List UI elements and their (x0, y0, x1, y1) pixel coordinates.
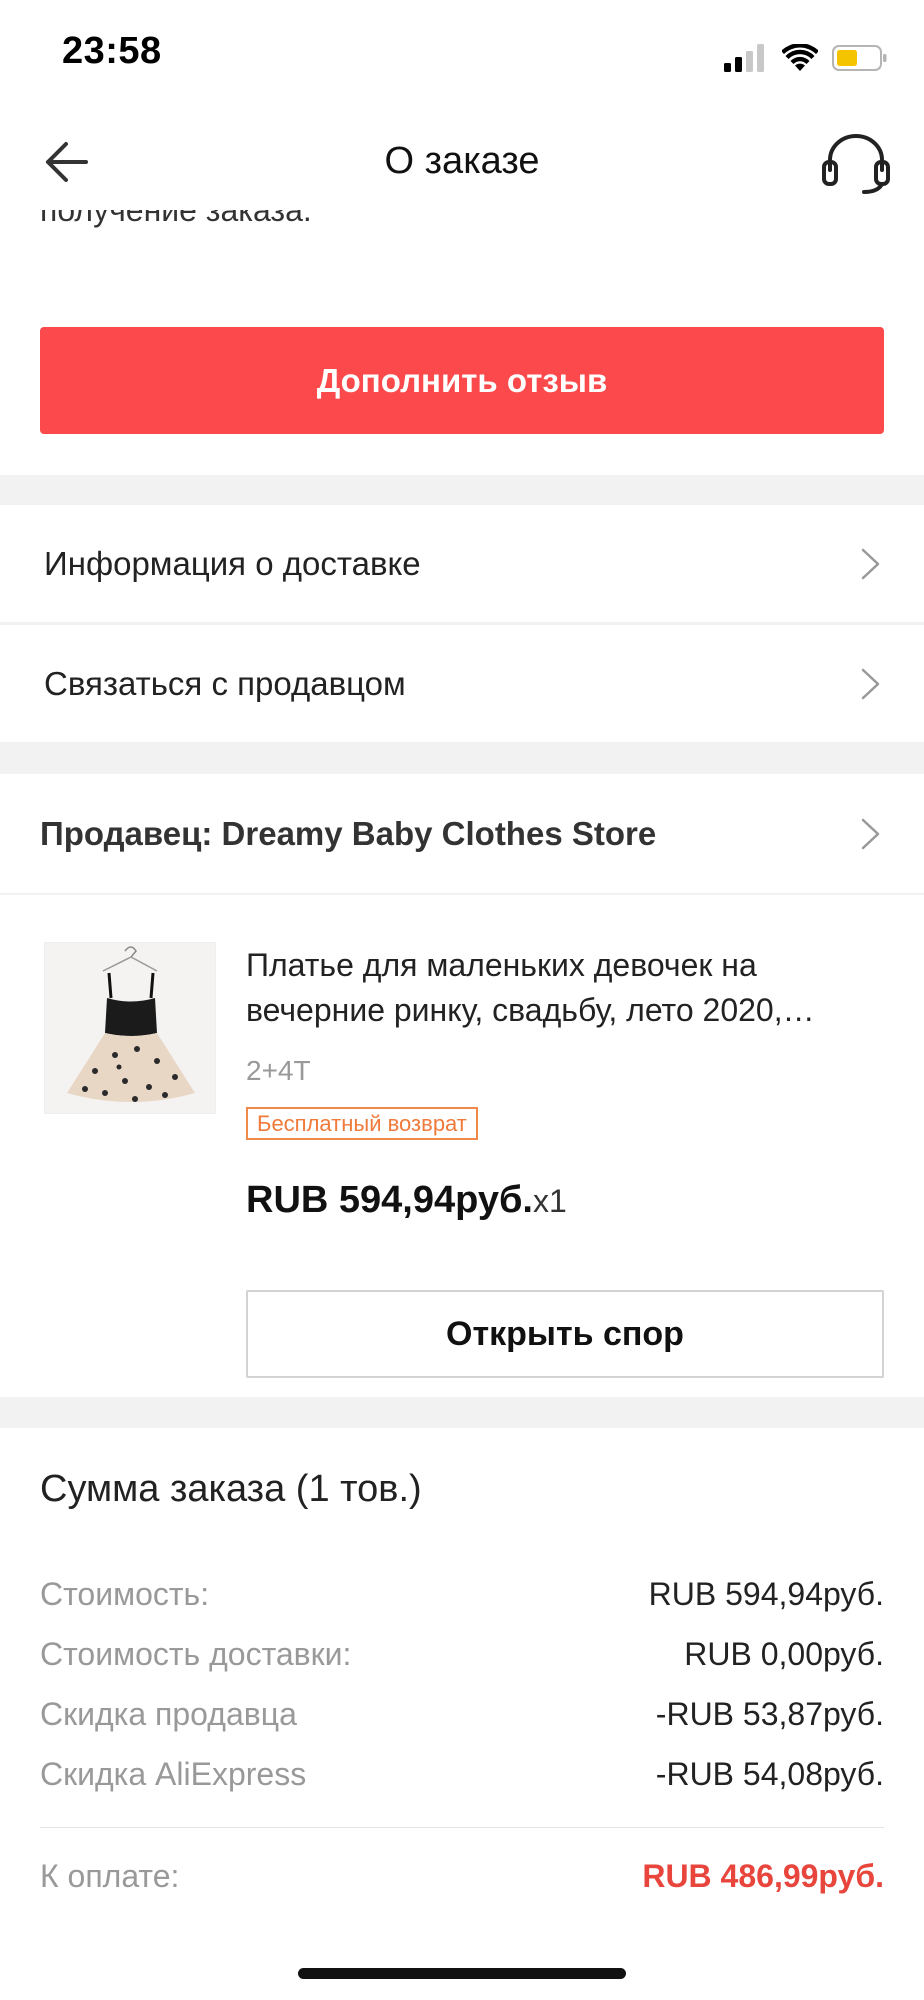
total-value: RUB 486,99руб. (642, 1858, 884, 1894)
status-time: 23:58 (62, 30, 162, 72)
summary-row-cost: Стоимость: RUB 594,94руб. (40, 1576, 884, 1613)
battery-icon (832, 45, 887, 71)
contact-seller-label: Связаться с продавцом (44, 664, 406, 702)
status-bar: 23:58 (0, 0, 924, 110)
open-dispute-button[interactable]: Открыть спор (246, 1290, 884, 1378)
summary-title: Сумма заказа (1 тов.) (40, 1468, 422, 1510)
customer-support-button[interactable] (816, 130, 896, 196)
seller-row[interactable]: Продавец: Dreamy Baby Clothes Store (0, 774, 924, 893)
free-return-badge: Бесплатный возврат (246, 1107, 478, 1140)
summary-value: RUB 594,94руб. (648, 1576, 884, 1612)
product-price: RUB 594,94руб. (246, 1179, 533, 1221)
chevron-right-icon (861, 668, 880, 699)
summary-total-row: К оплате: RUB 486,99руб. (40, 1858, 884, 1895)
delivery-info-row[interactable]: Информация о доставке (0, 505, 924, 622)
summary-label: Стоимость: (40, 1576, 210, 1612)
summary-row-shipping: Стоимость доставки: RUB 0,00руб. (40, 1636, 884, 1673)
summary-row-seller-discount: Скидка продавца -RUB 53,87руб. (40, 1696, 884, 1733)
delivery-info-label: Информация о доставке (44, 544, 421, 582)
seller-label: Продавец: Dreamy Baby Clothes Store (40, 814, 657, 852)
order-summary: Сумма заказа (1 тов.) Стоимость: RUB 594… (0, 1428, 924, 2000)
product-quantity: x1 (533, 1183, 567, 1219)
summary-divider (40, 1827, 884, 1828)
product-image[interactable] (44, 942, 216, 1114)
summary-value: RUB 0,00руб. (684, 1636, 884, 1672)
summary-label: Скидка AliExpress (40, 1756, 307, 1792)
chevron-right-icon (861, 818, 880, 849)
back-arrow-icon (46, 142, 88, 182)
summary-value: -RUB 54,08руб. (655, 1756, 884, 1792)
headset-icon (822, 134, 890, 194)
status-icons (724, 40, 888, 76)
home-indicator (298, 1968, 626, 1979)
contact-seller-row[interactable]: Связаться с продавцом (0, 625, 924, 742)
add-review-button[interactable]: Дополнить отзыв (40, 327, 884, 434)
summary-label: Скидка продавца (40, 1696, 297, 1732)
order-note-text: получение заказа. (40, 210, 312, 228)
review-section: получение заказа. Дополнить отзыв (0, 210, 924, 475)
signal-icon (724, 44, 764, 72)
page-title: О заказе (384, 140, 540, 182)
dress-thumbnail (67, 946, 195, 1102)
summary-row-aliexpress-discount: Скидка AliExpress -RUB 54,08руб. (40, 1756, 884, 1793)
product-item: Платье для маленьких девочек на вечерние… (0, 895, 924, 1397)
product-variant: 2+4T (246, 1055, 311, 1086)
summary-label: Стоимость доставки: (40, 1636, 352, 1672)
chevron-right-icon (861, 548, 880, 579)
product-price-line: RUB 594,94руб.x1 (246, 1179, 567, 1222)
nav-bar: О заказе (0, 110, 924, 210)
wifi-icon (782, 44, 818, 71)
back-button[interactable] (36, 132, 106, 192)
total-label: К оплате: (40, 1858, 180, 1894)
summary-value: -RUB 53,87руб. (655, 1696, 884, 1732)
product-title[interactable]: Платье для маленьких девочек на вечерние… (246, 943, 886, 1033)
